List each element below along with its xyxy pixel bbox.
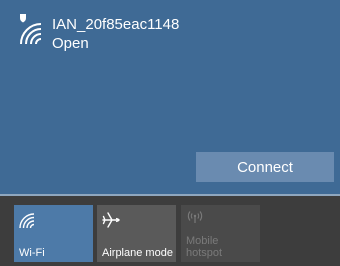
wifi-icon bbox=[19, 211, 37, 229]
network-flyout: IAN_20f85eac1148 Open Connect Wi-Fi Airp… bbox=[0, 0, 340, 266]
quick-actions-bar: Wi-Fi Airplane mode Mobile hotspot bbox=[0, 196, 340, 266]
secured-wifi-shield-icon bbox=[18, 14, 46, 46]
mobile-hotspot-tile[interactable]: Mobile hotspot bbox=[181, 205, 260, 262]
airplane-mode-tile[interactable]: Airplane mode bbox=[97, 205, 176, 262]
connect-button[interactable]: Connect bbox=[196, 152, 334, 182]
mobile-hotspot-label: Mobile hotspot bbox=[186, 235, 222, 259]
wifi-toggle-tile[interactable]: Wi-Fi bbox=[14, 205, 93, 262]
airplane-icon bbox=[102, 211, 120, 229]
airplane-mode-label: Airplane mode bbox=[102, 247, 173, 259]
hotspot-icon bbox=[186, 209, 204, 227]
hotspot-label-line2: hotspot bbox=[186, 247, 223, 259]
network-status: Open bbox=[52, 35, 89, 52]
hotspot-label-line1: Mobile bbox=[186, 235, 219, 247]
network-list-panel: IAN_20f85eac1148 Open Connect bbox=[0, 0, 340, 194]
network-name[interactable]: IAN_20f85eac1148 bbox=[52, 16, 179, 34]
wifi-tile-label: Wi-Fi bbox=[19, 247, 45, 259]
